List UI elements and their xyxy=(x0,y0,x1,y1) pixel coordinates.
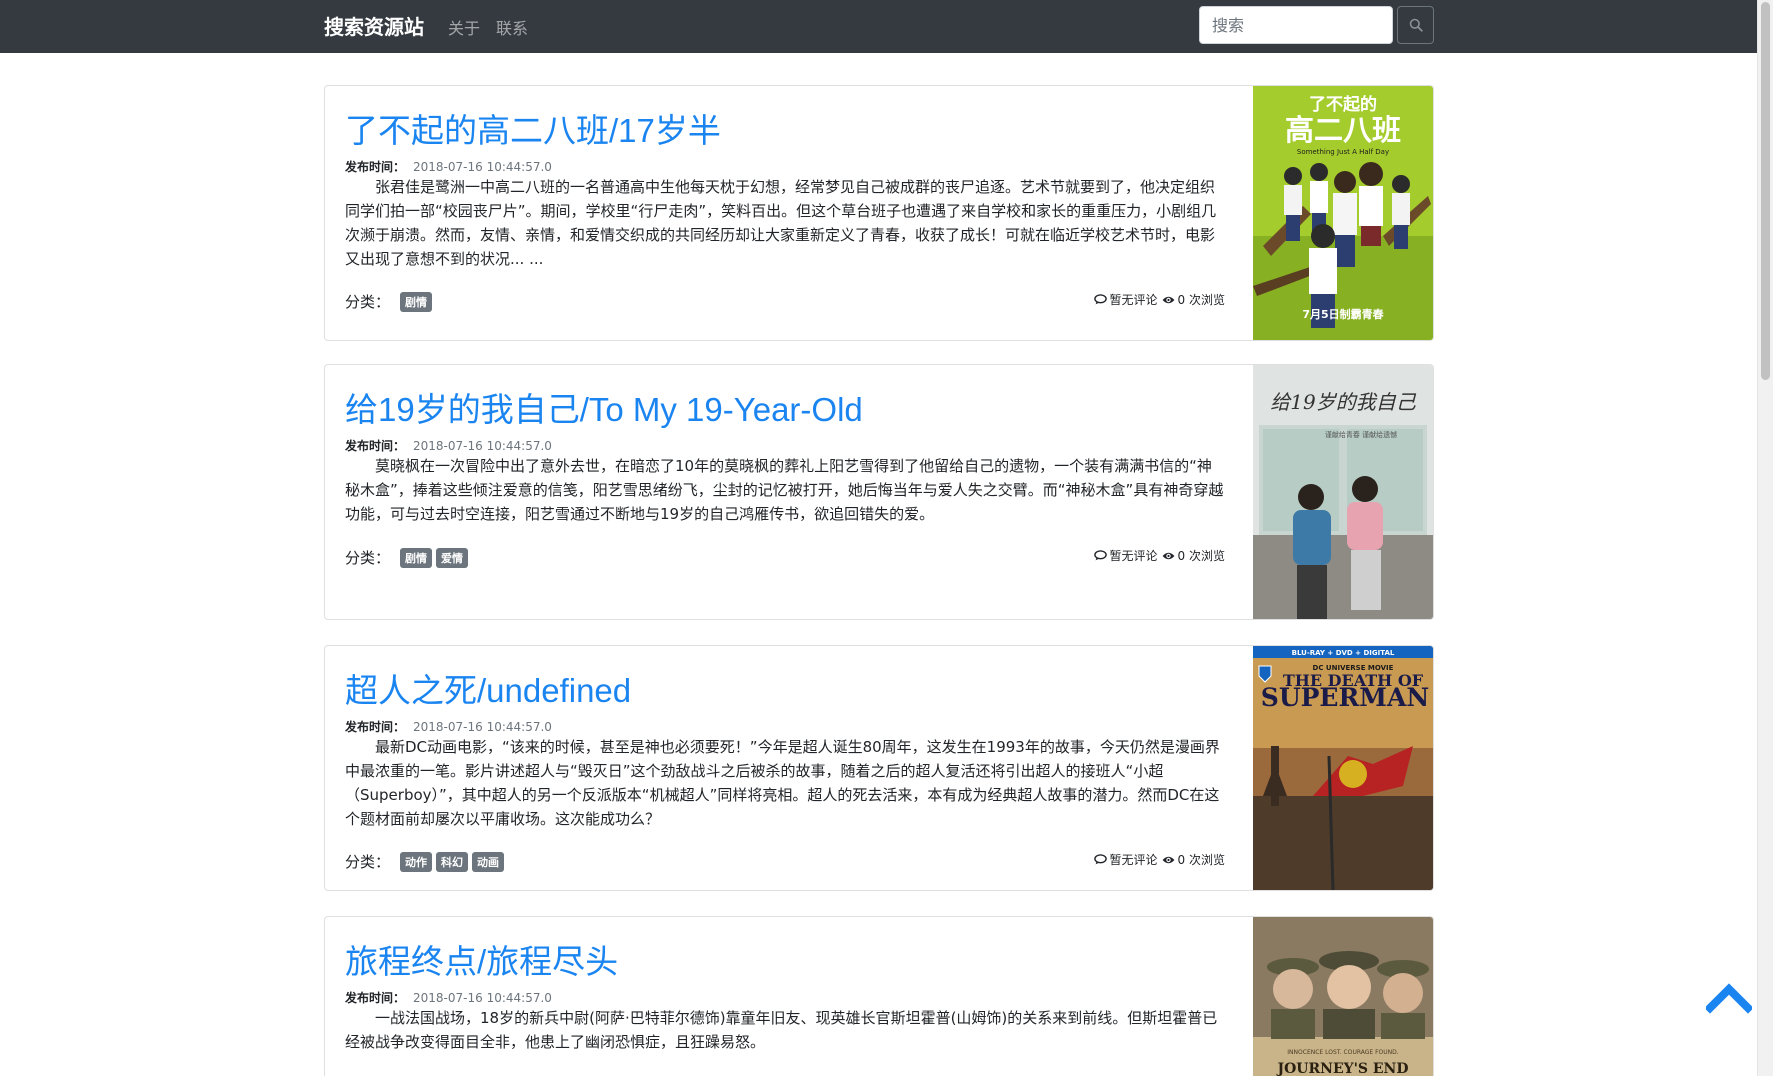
poster-text: 7月5日制霸青春 xyxy=(1302,307,1384,321)
movie-poster[interactable]: BLU-RAY + DVD + DIGITAL DC UNIVERSE MOVI… xyxy=(1253,646,1433,890)
tag-badge[interactable]: 爱情 xyxy=(436,547,469,568)
category-label: 分类： xyxy=(345,853,391,871)
post-card-body: 给19岁的我自己/To My 19-Year-Old 发布时间： 2018-07-… xyxy=(345,365,1225,619)
post-card-body: 旅程终点/旅程尽头 发布时间： 2018-07-16 10:44:57.0 一战法… xyxy=(345,917,1225,1076)
search-button[interactable] xyxy=(1397,6,1434,44)
tag-badge[interactable]: 动画 xyxy=(472,851,505,872)
post-description: 最新DC动画电影，“该来的时候，甚至是神也必须要死！”今年是超人诞生80周年，这… xyxy=(345,738,1220,828)
search-icon xyxy=(1409,18,1423,32)
view-count: 0 次浏览 xyxy=(1177,293,1225,307)
eye-icon xyxy=(1162,856,1174,863)
publish-label: 发布时间： xyxy=(345,720,406,734)
comment-icon xyxy=(1093,294,1107,305)
post-categories: 分类： 剧情 xyxy=(345,291,433,312)
eye-icon xyxy=(1162,296,1174,303)
nav-link-contact[interactable]: 联系 xyxy=(496,15,528,39)
post-card: 给19岁的我自己/To My 19-Year-Old 发布时间： 2018-07-… xyxy=(324,364,1434,620)
comment-count: 暂无评论 xyxy=(1109,293,1158,307)
post-card: 了不起的高二八班/17岁半 发布时间： 2018-07-16 10:44:57.0… xyxy=(324,85,1434,341)
poster-text: 高二八班 xyxy=(1285,113,1401,147)
publish-date: 2018-07-16 10:44:57.0 xyxy=(413,160,552,174)
poster-text: SUPERMAN xyxy=(1261,683,1429,712)
poster-text: 给19岁的我自己 xyxy=(1270,390,1416,414)
post-card-body: 了不起的高二八班/17岁半 发布时间： 2018-07-16 10:44:57.0… xyxy=(345,86,1225,340)
comment-count: 暂无评论 xyxy=(1109,549,1158,563)
page-scrollbar[interactable] xyxy=(1757,0,1773,1076)
post-description: 一战法国战场，18岁的新兵中尉(阿萨·巴特菲尔德饰)靠童年旧友、现英雄长官斯坦霍… xyxy=(345,1009,1218,1051)
publish-label: 发布时间： xyxy=(345,439,406,453)
site-brand[interactable]: 搜索资源站 xyxy=(324,11,424,40)
post-stats: 暂无评论 0 次浏览 xyxy=(1093,291,1225,308)
publish-date: 2018-07-16 10:44:57.0 xyxy=(413,720,552,734)
comment-icon xyxy=(1093,550,1107,561)
comment-icon xyxy=(1093,854,1107,865)
post-stats: 暂无评论 0 次浏览 xyxy=(1093,547,1225,564)
post-title[interactable]: 超人之死/undefined xyxy=(345,664,631,712)
view-count: 0 次浏览 xyxy=(1177,549,1225,563)
publish-label: 发布时间： xyxy=(345,160,406,174)
post-title[interactable]: 旅程终点/旅程尽头 xyxy=(345,935,618,983)
poster-text: JOURNEY'S END xyxy=(1275,1061,1408,1076)
post-title[interactable]: 给19岁的我自己/To My 19-Year-Old xyxy=(345,383,863,431)
post-description: 张君佳是鹭洲一中高二八班的一名普通高中生他每天枕于幻想，经常梦见自己被成群的丧尸… xyxy=(345,178,1217,268)
eye-icon xyxy=(1162,552,1174,559)
publish-date: 2018-07-16 10:44:57.0 xyxy=(413,991,552,1005)
tag-badge[interactable]: 剧情 xyxy=(400,547,433,568)
publish-date: 2018-07-16 10:44:57.0 xyxy=(413,439,552,453)
navbar: 搜索资源站 关于 联系 xyxy=(0,0,1757,53)
poster-text: 谨献给青春 谨献给遗憾 xyxy=(1325,430,1397,439)
search-input[interactable] xyxy=(1199,6,1393,44)
post-meta: 发布时间： 2018-07-16 10:44:57.0 xyxy=(345,718,552,735)
scrollbar-thumb[interactable] xyxy=(1761,2,1770,380)
publish-label: 发布时间： xyxy=(345,991,406,1005)
post-description: 莫晓枫在一次冒险中出了意外去世，在暗恋了10年的莫晓枫的葬礼上阳艺雪得到了他留给… xyxy=(345,457,1224,523)
tag-badge[interactable]: 动作 xyxy=(400,851,433,872)
post-stats: 暂无评论 0 次浏览 xyxy=(1093,851,1225,868)
movie-poster[interactable]: 了不起的 高二八班 Something Just A Half Day 7月5日… xyxy=(1253,86,1433,340)
comment-count: 暂无评论 xyxy=(1109,853,1158,867)
post-meta: 发布时间： 2018-07-16 10:44:57.0 xyxy=(345,989,552,1006)
post-meta: 发布时间： 2018-07-16 10:44:57.0 xyxy=(345,158,552,175)
poster-text: BLU-RAY + DVD + DIGITAL xyxy=(1292,649,1395,657)
post-card: 旅程终点/旅程尽头 发布时间： 2018-07-16 10:44:57.0 一战法… xyxy=(324,916,1434,1076)
back-to-top-button[interactable] xyxy=(1704,982,1754,1014)
post-card-body: 超人之死/undefined 发布时间： 2018-07-16 10:44:57.… xyxy=(345,646,1225,890)
view-count: 0 次浏览 xyxy=(1177,853,1225,867)
post-card: 超人之死/undefined 发布时间： 2018-07-16 10:44:57.… xyxy=(324,645,1434,891)
poster-text: 了不起的 xyxy=(1309,94,1377,115)
tag-badge[interactable]: 科幻 xyxy=(436,851,469,872)
post-categories: 分类： 动作 科幻 动画 xyxy=(345,851,505,872)
movie-poster[interactable]: INNOCENCE LOST. COURAGE FOUND. JOURNEY'S… xyxy=(1253,917,1433,1076)
post-meta: 发布时间： 2018-07-16 10:44:57.0 xyxy=(345,437,552,454)
category-label: 分类： xyxy=(345,549,391,567)
chevron-up-icon xyxy=(1704,983,1754,1014)
category-label: 分类： xyxy=(345,293,391,311)
movie-poster[interactable]: 给19岁的我自己 谨献给青春 谨献给遗憾 xyxy=(1253,365,1433,619)
tag-badge[interactable]: 剧情 xyxy=(400,291,433,312)
nav-link-about[interactable]: 关于 xyxy=(448,15,480,39)
poster-text: Something Just A Half Day xyxy=(1297,148,1389,156)
poster-text: INNOCENCE LOST. COURAGE FOUND. xyxy=(1287,1049,1399,1056)
post-title[interactable]: 了不起的高二八班/17岁半 xyxy=(345,104,721,152)
post-categories: 分类： 剧情 爱情 xyxy=(345,547,469,568)
